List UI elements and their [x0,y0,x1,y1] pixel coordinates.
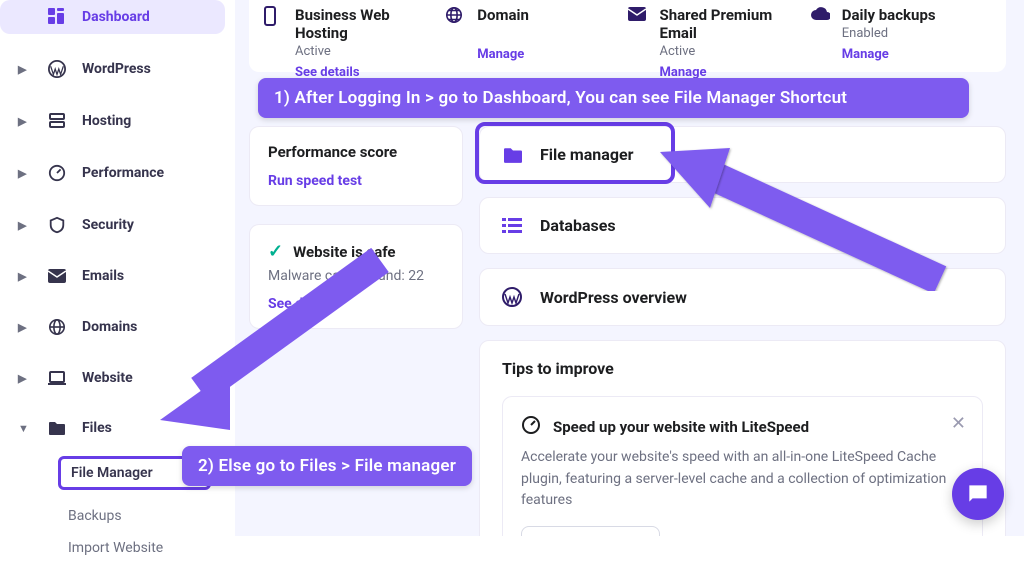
sidebar-item-dashboard[interactable]: Dashboard [0,0,225,34]
perf-title: Performance score [268,143,444,161]
summary-domain: Domain Manage [445,2,627,58]
chevron-right-icon: ▶ [18,167,32,180]
wordpress-icon [502,287,524,307]
annotation-arrow-1 [640,130,960,300]
wordpress-icon [46,60,68,78]
sidebar-item-performance[interactable]: ▶ Performance [0,156,225,190]
sidebar-label: WordPress [82,61,151,77]
sidebar-label: Files [82,420,112,436]
chevron-right-icon: ▶ [18,372,32,385]
annotation-arrow-2 [130,220,410,440]
chevron-right-icon: ▶ [18,63,32,76]
sidebar-label: Performance [82,165,164,181]
server-icon [46,112,68,130]
list-icon [502,218,524,234]
panel-label: File manager [540,145,633,164]
sidebar-label: Dashboard [82,9,150,25]
mail-icon [628,6,648,58]
summary-backups: Daily backups Enabled Manage [810,2,992,58]
summary-title: Shared Premium Email [660,6,810,42]
chat-fab[interactable] [952,468,1004,520]
globe-icon [445,6,465,58]
annotation-banner-2: 2) Else go to Files > File manager [182,446,472,486]
summary-hosting: Business Web Hosting Active See details [263,2,445,58]
chevron-right-icon: ▶ [18,219,32,232]
tips-card: Tips to improve ✕ Speed up your website … [479,340,1006,536]
summary-title: Daily backups [842,6,992,24]
summary-email: Shared Premium Email Active Manage [628,2,810,58]
speed-icon [521,415,541,439]
grid-icon [46,8,68,26]
sidebar-label: Emails [82,268,124,284]
sidebar-item-hosting[interactable]: ▶ Hosting [0,104,225,138]
phone-icon [263,6,283,58]
folder-icon [502,146,524,164]
chevron-right-icon: ▶ [18,321,32,334]
summary-link[interactable]: Manage [842,47,992,62]
sub-item-import-website[interactable]: Import Website [68,532,225,564]
tip-desc: Accelerate your website's speed with an … [521,447,964,512]
annotation-banner-1: 1) After Logging In > go to Dashboard, Y… [258,78,969,118]
sub-item-backups[interactable]: Backups [68,500,225,532]
shield-icon [46,216,68,234]
sidebar-label: Website [82,370,133,386]
chevron-right-icon: ▶ [18,115,32,128]
run-speed-test-link[interactable]: Run speed test [268,173,444,189]
mail-icon [46,269,68,283]
tip-title: Speed up your website with LiteSpeed [553,418,809,436]
globe-icon [46,318,68,336]
cloud-icon [810,6,830,58]
install-litespeed-button[interactable]: Install LiteSpeed [521,526,660,536]
summary-status: Active [295,44,445,59]
summary-title: Domain [477,6,627,24]
performance-score-card: Performance score Run speed test [249,126,463,206]
summary-link[interactable]: Manage [477,47,627,62]
sidebar-item-wordpress[interactable]: ▶ WordPress [0,52,225,86]
panel-label: Databases [540,216,616,235]
sidebar-label: Security [82,217,134,233]
gauge-icon [46,164,68,182]
summary-status: Active [660,44,810,59]
summary-title: Business Web Hosting [295,6,445,42]
laptop-icon [46,370,68,386]
summary-status [477,26,627,41]
summary-status: Enabled [842,26,992,41]
tip-litespeed: ✕ Speed up your website with LiteSpeed A… [502,396,983,536]
chevron-down-icon: ▼ [18,422,32,435]
top-summary-row: Business Web Hosting Active See details … [249,0,1006,72]
tips-title: Tips to improve [502,359,983,378]
sidebar-label: Hosting [82,113,131,129]
chevron-right-icon: ▶ [18,270,32,283]
close-icon[interactable]: ✕ [951,413,966,434]
folder-icon [46,420,68,436]
chat-icon [965,481,991,507]
